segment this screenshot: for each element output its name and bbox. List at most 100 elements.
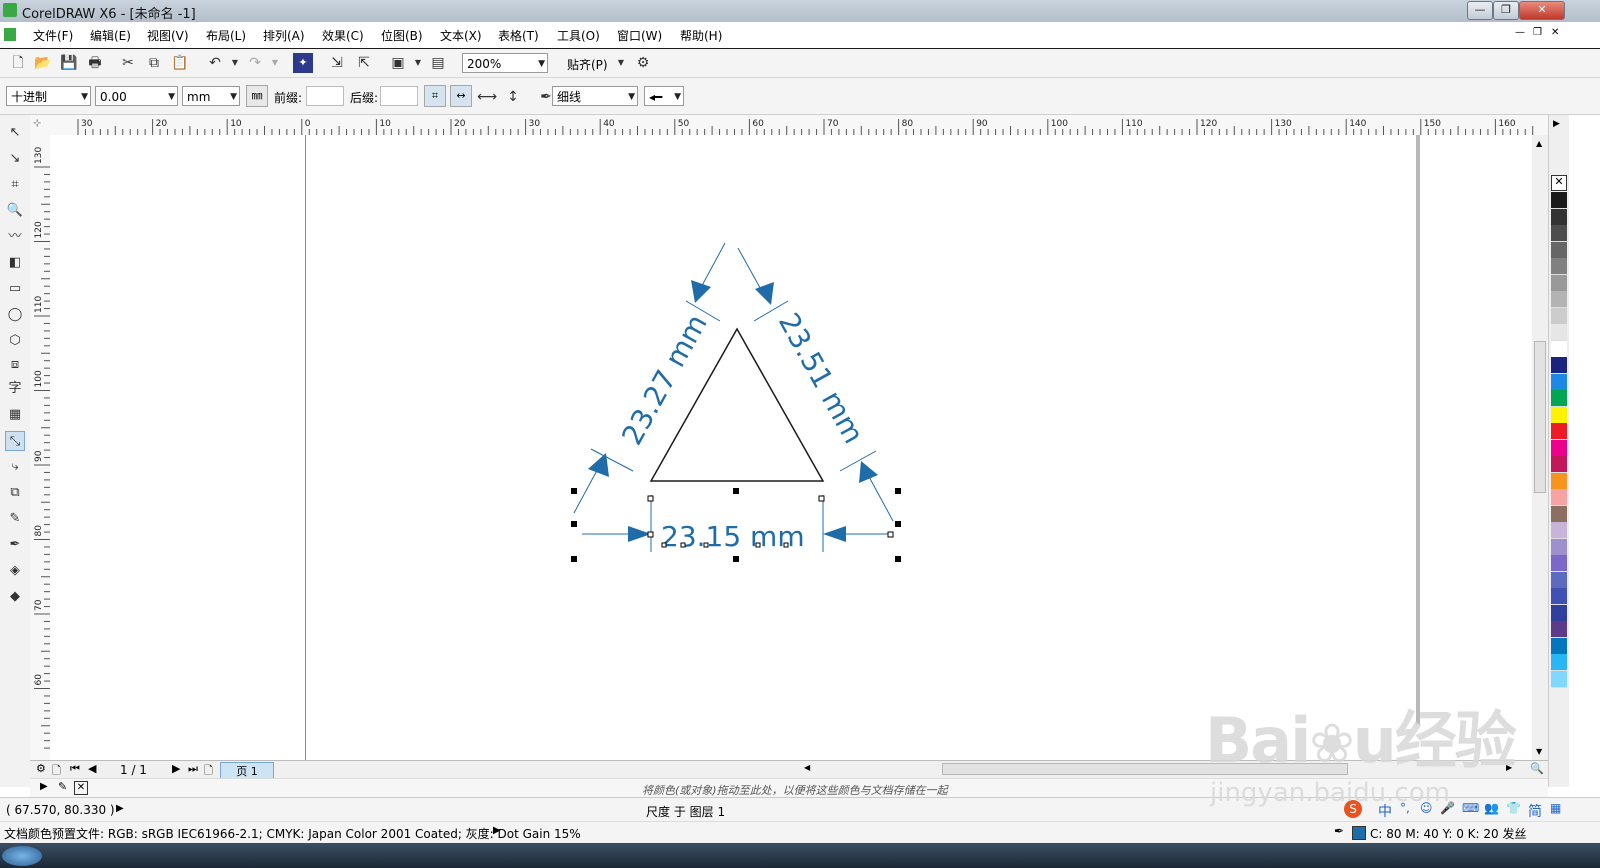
prefix-input[interactable]	[306, 86, 344, 106]
doc-close-icon[interactable]: ✕	[1551, 27, 1559, 38]
palette-swatch[interactable]	[1551, 621, 1567, 638]
snap-dropdown-icon[interactable]: ▼	[611, 53, 631, 73]
arrowhead-select[interactable]: ◂━ ▼	[644, 86, 684, 106]
next-page-icon[interactable]: ▶	[172, 762, 180, 775]
scroll-down-icon[interactable]: ▼	[1536, 747, 1542, 756]
snap-to-button[interactable]: 贴齐(P)	[567, 56, 608, 73]
palette-swatch[interactable]	[1551, 274, 1567, 292]
node-handle[interactable]	[647, 495, 654, 502]
dimension-precision-select[interactable]: 0.00 ▼	[95, 86, 178, 106]
menu-edit[interactable]: 编辑(E)	[90, 27, 131, 44]
copy-icon[interactable]: ⧉	[144, 53, 164, 73]
menu-layout[interactable]: 布局(L)	[206, 27, 246, 44]
vertical-scrollbar[interactable]: ▲ ▼	[1532, 135, 1548, 760]
ruler-origin-icon[interactable]: ⊹	[33, 118, 41, 129]
zoom-tool-icon[interactable]: 🔍	[5, 201, 25, 221]
drawing-canvas[interactable]: 23.27 mm 23.51 mm 23.15 mm	[50, 135, 1532, 760]
save-icon[interactable]: 💾	[59, 53, 79, 73]
left-dimension[interactable]: 23.27 mm	[573, 242, 726, 514]
palette-swatch[interactable]	[1551, 406, 1567, 424]
palette-swatch[interactable]	[1551, 588, 1567, 605]
paste-icon[interactable]: 📋	[170, 53, 190, 73]
node-handle[interactable]	[703, 542, 709, 548]
text-tool-icon[interactable]: 字	[5, 379, 25, 399]
print-icon[interactable]: 🖶	[85, 53, 105, 73]
palette-swatch[interactable]	[1551, 538, 1567, 556]
palette-swatch[interactable]	[1551, 225, 1567, 242]
rectangle-tool-icon[interactable]: ▭	[5, 279, 25, 299]
menu-view[interactable]: 视图(V)	[147, 27, 189, 44]
palette-no-color-icon[interactable]: ✕	[74, 781, 88, 795]
palette-swatch[interactable]	[1551, 439, 1567, 457]
text-position-button[interactable]: ↔	[450, 85, 472, 107]
menu-window[interactable]: 窗口(W)	[617, 27, 662, 44]
first-page-icon[interactable]: ⏮	[70, 762, 80, 776]
palette-swatch[interactable]	[1551, 505, 1567, 523]
ellipse-tool-icon[interactable]: ◯	[5, 305, 25, 325]
scroll-left-icon[interactable]: ◀	[804, 763, 810, 772]
doc-restore-icon[interactable]: ❐	[1533, 27, 1542, 38]
vertical-ruler[interactable]: 130 120 110 100 90 80 70 60	[30, 135, 51, 760]
freehand-tool-icon[interactable]: 〰	[5, 227, 25, 247]
outline-width-select[interactable]: 细线 ▼	[552, 86, 638, 106]
new-icon[interactable]: 🗋	[8, 53, 28, 73]
node-handle[interactable]	[755, 542, 761, 548]
palette-swatch[interactable]	[1551, 258, 1567, 275]
launcher-dropdown-icon[interactable]: ▼	[408, 53, 428, 73]
palette-play-icon[interactable]: ▶	[40, 781, 48, 792]
palette-swatch[interactable]	[1551, 390, 1567, 407]
scroll-up-icon[interactable]: ▲	[1536, 139, 1542, 148]
palette-swatch[interactable]	[1551, 472, 1567, 490]
prev-page-icon[interactable]: ◀	[88, 762, 96, 775]
cut-icon[interactable]: ✂	[118, 53, 138, 73]
status-expand-icon[interactable]: ▶	[116, 803, 124, 814]
eyedropper-tool-icon[interactable]: ✎	[5, 509, 25, 529]
node-handle[interactable]	[818, 495, 825, 502]
ime-keyboard-icon[interactable]: ⌨	[1462, 801, 1479, 815]
fill-color-swatch[interactable]	[1352, 826, 1366, 840]
profile-expand-icon[interactable]: ▶	[493, 825, 501, 836]
zoom-select[interactable]: 200% ▼	[462, 53, 548, 73]
selection-handle[interactable]	[733, 556, 739, 562]
dimension-style-select[interactable]: 十进制 ▼	[6, 86, 91, 106]
interactive-effects-tool-icon[interactable]: ⧉	[5, 483, 25, 503]
selection-handle[interactable]	[895, 521, 901, 527]
basic-shapes-tool-icon[interactable]: ⧈	[5, 355, 25, 375]
doc-minimize-icon[interactable]: —	[1515, 27, 1525, 38]
selection-handle[interactable]	[895, 556, 901, 562]
show-units-button[interactable]: ㎜	[246, 85, 268, 107]
selection-handle[interactable]	[733, 488, 739, 494]
palette-swatch[interactable]	[1551, 241, 1567, 259]
import-icon[interactable]: ⇲	[327, 53, 347, 73]
menu-bitmaps[interactable]: 位图(B)	[381, 27, 423, 44]
node-handle[interactable]	[887, 531, 894, 538]
undo-icon[interactable]: ↶	[205, 53, 225, 73]
menu-file[interactable]: 文件(F)	[33, 27, 73, 44]
palette-swatch[interactable]	[1551, 291, 1567, 308]
options-icon[interactable]: ⚙	[633, 53, 653, 73]
palette-swatch[interactable]	[1551, 637, 1567, 655]
outline-tool-icon[interactable]: ✒	[5, 535, 25, 555]
palette-swatch[interactable]	[1551, 373, 1567, 391]
dimension-units-select[interactable]: mm ▼	[182, 86, 240, 106]
palette-swatch[interactable]	[1551, 307, 1567, 325]
ime-users-icon[interactable]: 👥	[1484, 801, 1499, 815]
undo-dropdown-icon[interactable]: ▼	[225, 53, 245, 73]
palette-swatch[interactable]	[1551, 604, 1567, 622]
table-tool-icon[interactable]: ▦	[5, 405, 25, 425]
start-button-icon[interactable]	[2, 846, 42, 866]
no-color-icon[interactable]: ✕	[1551, 175, 1567, 191]
vertical-scroll-thumb[interactable]	[1534, 341, 1546, 493]
text-position-dropdown-icon[interactable]: ↕	[503, 87, 523, 107]
interactive-fill-tool-icon[interactable]: ◆	[5, 587, 25, 607]
close-button[interactable]: ✕	[1519, 1, 1565, 20]
connector-tool-icon[interactable]: ⤷	[5, 457, 25, 477]
zoom-navigator-icon[interactable]: 🔍	[1530, 762, 1544, 775]
search-content-icon[interactable]: ✦	[293, 53, 313, 73]
welcome-screen-icon[interactable]: ▤	[428, 53, 448, 73]
node-handle[interactable]	[661, 542, 667, 548]
smart-fill-tool-icon[interactable]: ◧	[5, 253, 25, 273]
palette-swatch[interactable]	[1551, 340, 1567, 358]
dimension-tool-icon[interactable]: ⤡	[5, 431, 25, 451]
ime-skin-icon[interactable]: 👕	[1506, 801, 1521, 815]
